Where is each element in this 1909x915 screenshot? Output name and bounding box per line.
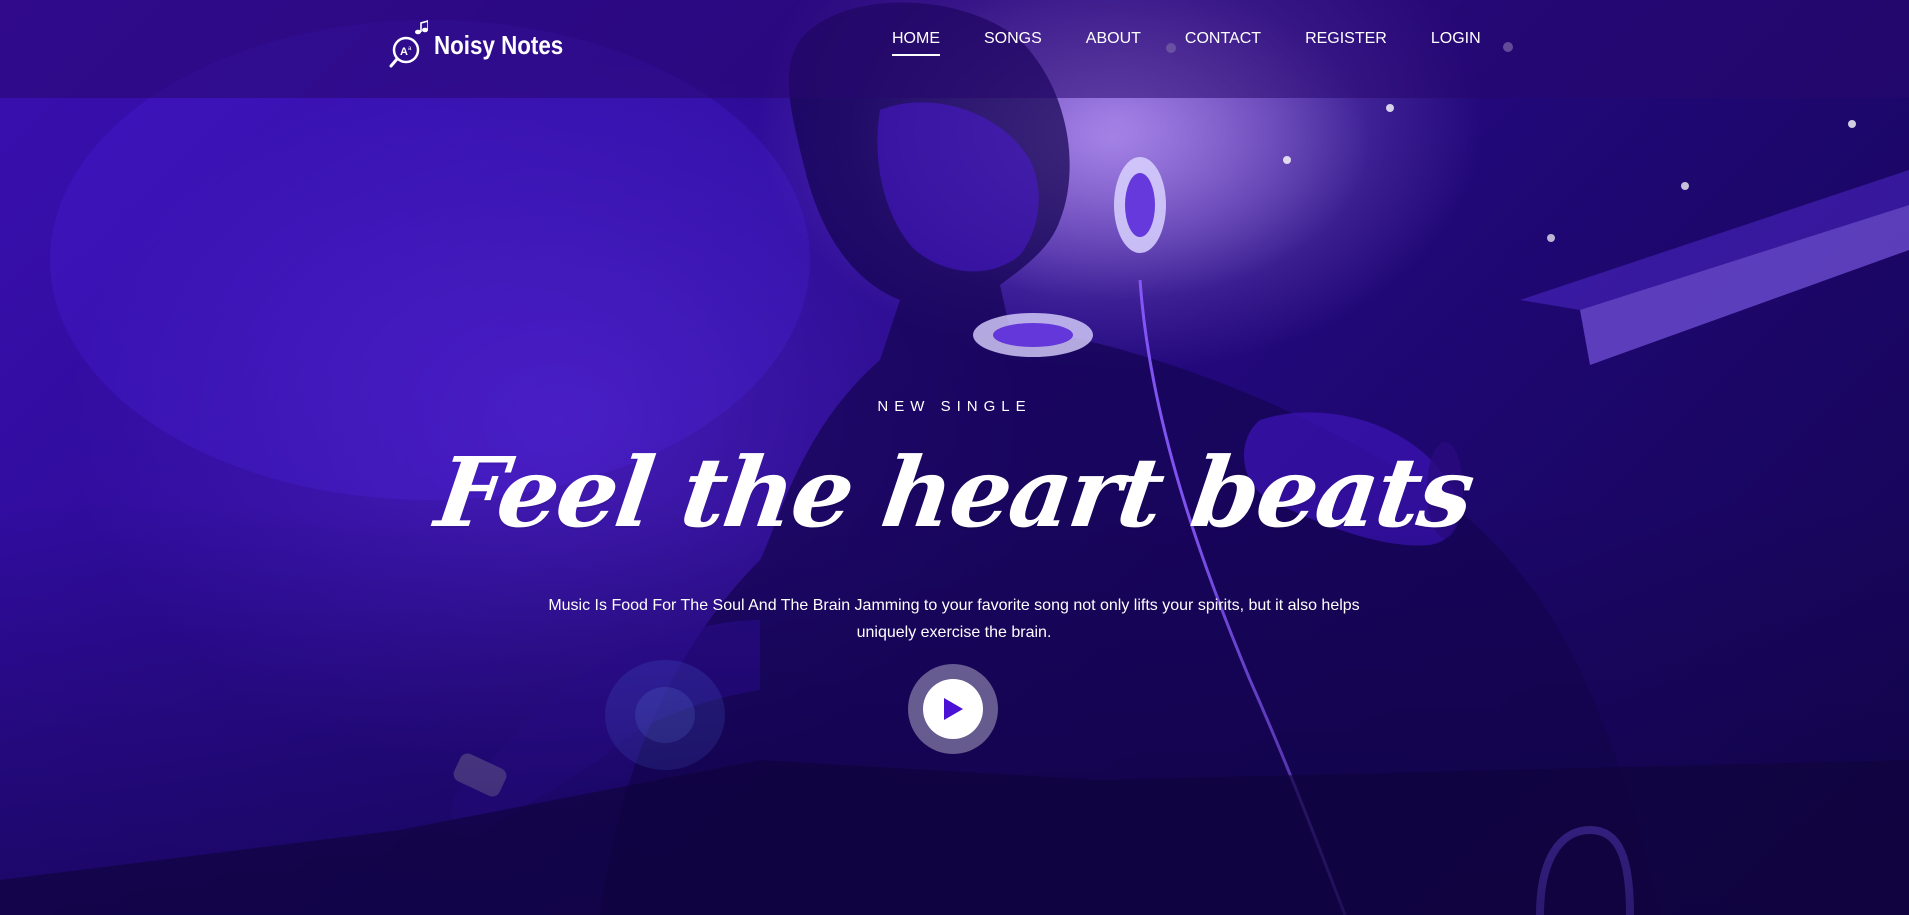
music-note-magnifier-icon: A a: [389, 20, 428, 68]
main-nav: HOME SONGS ABOUT CONTACT REGISTER LOGIN: [892, 30, 1525, 56]
play-button[interactable]: [908, 664, 998, 754]
hero-section: A a Noisy Notes HOME SONGS ABOUT CONTACT…: [0, 0, 1909, 915]
nav-item-register[interactable]: REGISTER: [1305, 30, 1387, 56]
top-navbar: A a Noisy Notes HOME SONGS ABOUT CONTACT…: [0, 0, 1909, 98]
brand-logo[interactable]: A a Noisy Notes: [388, 18, 584, 72]
hero-headline: Feel the heart beats: [429, 436, 1480, 549]
svg-text:a: a: [408, 46, 412, 52]
nav-item-about[interactable]: ABOUT: [1086, 30, 1141, 56]
hero-subtitle: Music Is Food For The Soul And The Brain…: [548, 597, 1360, 641]
play-button-inner: [923, 679, 983, 739]
svg-text:A: A: [400, 46, 408, 58]
hero-kicker: NEW SINGLE: [877, 398, 1032, 415]
nav-item-contact[interactable]: CONTACT: [1185, 30, 1261, 56]
nav-item-home[interactable]: HOME: [892, 30, 940, 56]
nav-item-login[interactable]: LOGIN: [1431, 30, 1481, 56]
brand-name: Noisy Notes: [434, 29, 564, 60]
play-icon: [944, 698, 963, 720]
nav-item-songs[interactable]: SONGS: [984, 30, 1042, 56]
